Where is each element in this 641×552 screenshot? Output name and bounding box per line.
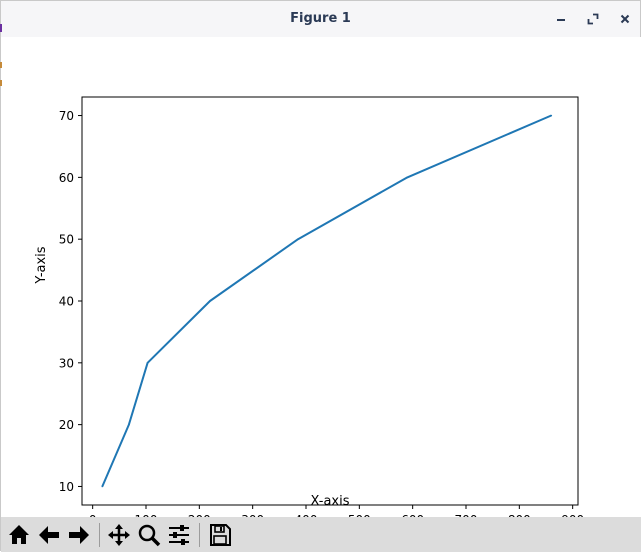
pan-button[interactable] <box>105 521 133 549</box>
toolbar-separator <box>199 523 200 547</box>
window-title: Figure 1 <box>290 11 351 26</box>
zoom-icon <box>138 524 161 547</box>
title-bar[interactable]: Figure 1 <box>1 1 640 37</box>
data-point <box>297 238 299 240</box>
y-tick-label: 30 <box>59 356 74 370</box>
data-point <box>146 362 149 364</box>
minimize-button[interactable] <box>551 9 571 29</box>
maximize-icon <box>587 13 599 25</box>
y-tick-label: 10 <box>59 480 74 494</box>
plot-frame <box>81 96 579 506</box>
minimize-icon <box>557 19 565 21</box>
window-edge-mark <box>0 24 2 32</box>
window-edge-mark <box>0 80 2 86</box>
y-tick-label: 50 <box>59 233 74 247</box>
navigation-toolbar <box>1 517 641 552</box>
save-button[interactable] <box>206 521 234 549</box>
data-point <box>406 176 409 179</box>
zoom-button[interactable] <box>135 521 163 549</box>
data-point <box>101 485 104 488</box>
home-button[interactable] <box>5 521 33 549</box>
window-edge-mark <box>0 62 2 68</box>
close-icon <box>620 14 630 24</box>
data-point <box>550 114 553 117</box>
data-point <box>128 423 130 426</box>
line-chart: 0100200300400500600700800900102030405060… <box>34 96 584 517</box>
configure-subplots-icon <box>169 525 189 545</box>
figure-window: Figure 1 0100200300400500600700800900102… <box>0 0 641 552</box>
forward-arrow-icon <box>69 526 89 544</box>
x-axis-label: X-axis <box>311 494 350 509</box>
home-icon <box>9 525 29 544</box>
figure-canvas[interactable]: 0100200300400500600700800900102030405060… <box>1 37 641 517</box>
maximize-button[interactable] <box>583 9 603 29</box>
forward-button[interactable] <box>65 521 93 549</box>
toolbar-separator <box>99 523 100 547</box>
data-point <box>209 300 211 302</box>
y-tick-label: 20 <box>59 418 74 432</box>
close-button[interactable] <box>615 9 635 29</box>
save-icon <box>210 524 231 546</box>
y-axis-label: Y-axis <box>34 246 49 284</box>
pan-icon <box>108 524 130 546</box>
back-arrow-icon <box>39 526 59 544</box>
y-tick-label: 70 <box>59 109 74 123</box>
back-button[interactable] <box>35 521 63 549</box>
configure-subplots-button[interactable] <box>165 521 193 549</box>
y-tick-label: 60 <box>59 171 74 185</box>
y-tick-label: 40 <box>59 295 74 309</box>
